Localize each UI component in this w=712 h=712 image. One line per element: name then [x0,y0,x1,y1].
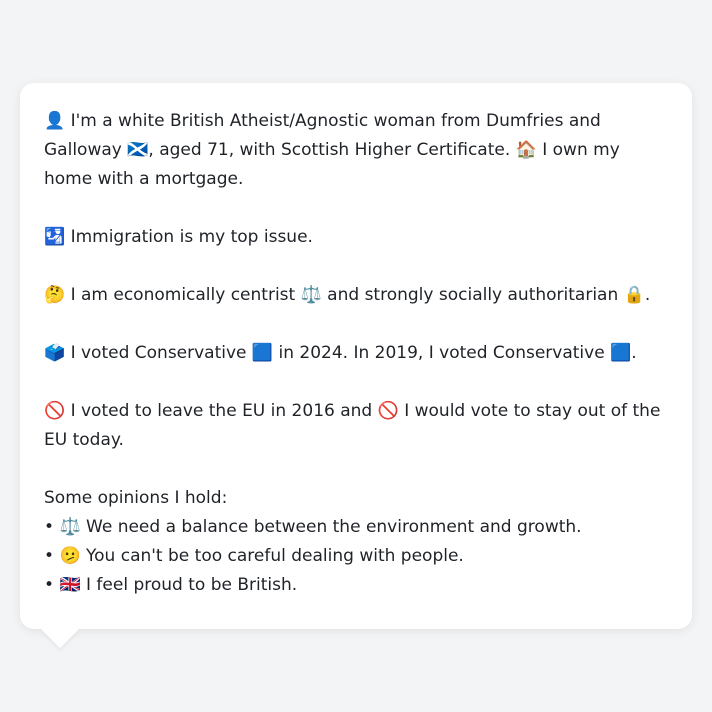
blue-square-icon: 🟦 [610,343,632,363]
bullet: • [44,546,55,566]
thinking-face-icon: 🤔 [44,285,66,305]
prohibited-icon: 🚫 [44,401,66,421]
diagonal-mouth-face-icon: 🫤 [59,546,81,566]
ideology-text: and strongly socially authoritarian [321,285,624,305]
scotland-flag-icon: 🏴󠁧󠁢󠁳󠁣󠁴󠁿 [127,140,149,160]
ideology-text: I am economically centrist [65,285,301,305]
ideology-text: . [644,285,651,305]
top-issue-text: Immigration is my top issue. [65,227,313,247]
profile-paragraph: 👤 I'm a white British Atheist/Agnostic w… [44,107,668,194]
bullet: • [44,517,55,537]
voting-text: I voted Conservative [65,343,252,363]
ideology-paragraph: 🤔 I am economically centrist ⚖️ and stro… [44,281,668,310]
top-issue-paragraph: 🛂 Immigration is my top issue. [44,223,668,252]
scales-icon: ⚖️ [300,285,322,305]
opinions-heading: Some opinions I hold: [44,488,228,508]
house-icon: 🏠 [515,140,537,160]
voting-text: . [631,343,637,363]
uk-flag-icon: 🇬🇧 [59,575,81,595]
opinion-item: • 🇬🇧 I feel proud to be British. [44,571,668,600]
eu-paragraph: 🚫 I voted to leave the EU in 2016 and 🚫 … [44,397,668,455]
opinion-text: You can't be too careful dealing with pe… [80,546,464,566]
bullet: • [44,575,55,595]
opinion-text: I feel proud to be British. [80,575,298,595]
lock-icon: 🔒 [623,285,645,305]
profile-text: , aged 71, with Scottish Higher Certific… [148,140,516,160]
ballot-box-icon: 🗳️ [44,343,66,363]
speech-bubble-tail [41,629,79,648]
opinions-section: Some opinions I hold: • ⚖️ We need a bal… [44,484,668,600]
blue-square-icon: 🟦 [251,343,274,363]
person-icon: 👤 [44,111,66,131]
opinion-text: We need a balance between the environmen… [80,517,582,537]
voting-text: in 2024. In 2019, I voted Conservative [273,343,611,363]
prohibited-icon: 🚫 [377,401,399,421]
persona-message-bubble: 👤 I'm a white British Atheist/Agnostic w… [20,83,692,629]
passport-control-icon: 🛂 [44,227,66,247]
opinion-item: • ⚖️ We need a balance between the envir… [44,513,668,542]
eu-text: I voted to leave the EU in 2016 and [65,401,378,421]
opinion-item: • 🫤 You can't be too careful dealing wit… [44,542,668,571]
voting-paragraph: 🗳️ I voted Conservative 🟦 in 2024. In 20… [44,339,668,368]
scales-icon: ⚖️ [59,517,81,537]
